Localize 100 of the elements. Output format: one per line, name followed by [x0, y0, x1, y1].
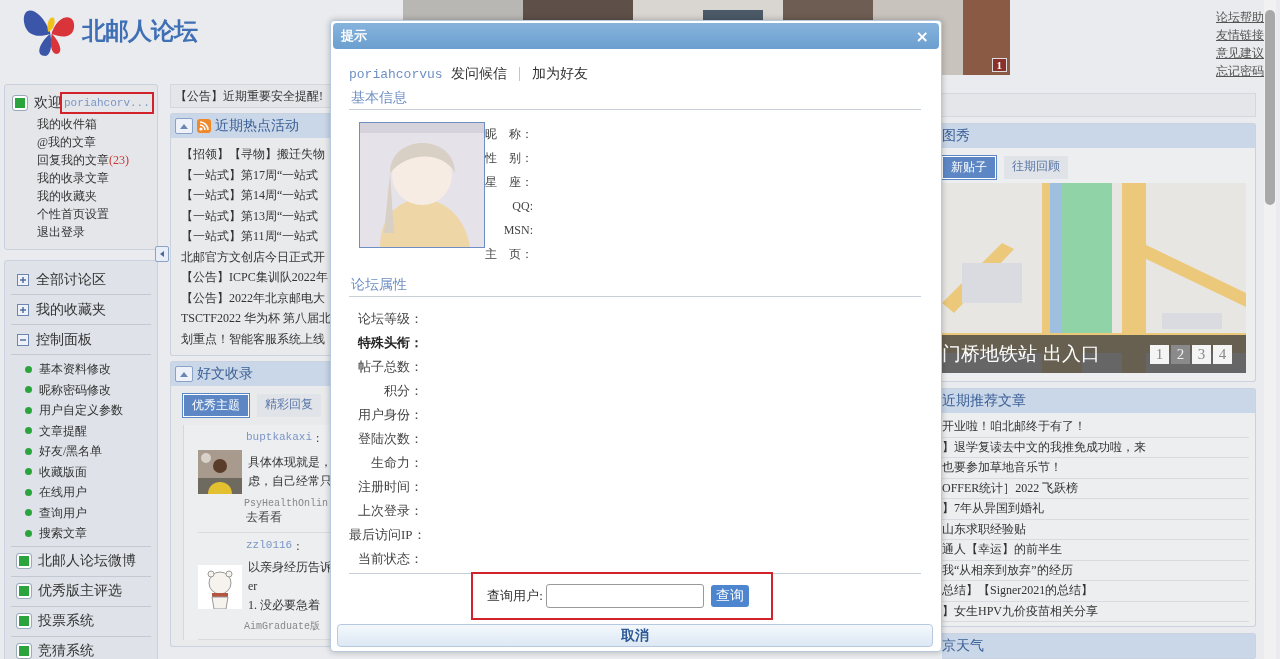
panel-header: 图秀 — [942, 124, 1255, 148]
nav-link[interactable]: 好友/黑名单 — [25, 441, 151, 462]
header-link[interactable]: 论坛帮助 — [1216, 8, 1264, 26]
article-link[interactable]: 【公告】2022年北京邮电大 — [181, 287, 330, 308]
article-link[interactable]: 山东求职经验贴 — [942, 519, 1249, 540]
nav-section[interactable]: 北邮人论坛微博 — [11, 546, 151, 577]
header-link[interactable]: 友情链接 — [1216, 26, 1264, 44]
field-label: 特殊头衔： — [357, 334, 423, 352]
scrollbar[interactable] — [1264, 0, 1276, 659]
nav-link[interactable]: 收藏版面 — [25, 461, 151, 482]
nav-link[interactable]: 基本资料修改 — [25, 359, 151, 380]
article-link[interactable]: 【一站式】第11周“一站式 — [181, 226, 330, 247]
field-label: 登陆次数： — [357, 430, 423, 448]
tab[interactable]: 精彩回复 — [257, 394, 321, 417]
field-label: 昵 称： — [485, 126, 533, 143]
article-link[interactable]: 【一站式】第13周“一站式 — [181, 205, 330, 226]
article-link[interactable]: 】女生HPV九价疫苗相关分享 — [942, 601, 1249, 622]
article-link[interactable]: 【公告】ICPC集训队2022年 — [181, 267, 330, 288]
article-link[interactable]: 总结】【Signer2021的总结】 — [942, 581, 1249, 602]
nav-link[interactable]: 用户自定义参数 — [25, 400, 151, 421]
article-link[interactable]: 【招领】【寻物】搬迁失物 — [181, 144, 330, 165]
nav-section[interactable]: 我的收藏夹 — [11, 295, 151, 325]
article-link[interactable]: TSCTF2022 华为杯 第八届北 — [181, 308, 330, 329]
field-label: 性 别： — [485, 150, 533, 167]
scrollbar-thumb[interactable] — [1265, 10, 1275, 205]
user-menu-link[interactable]: 我的收录文章 — [11, 169, 157, 187]
tab[interactable]: 优秀主题 — [183, 394, 249, 417]
nav-section[interactable]: 优秀版主评选 — [11, 576, 151, 607]
field-label: 注册时间： — [357, 478, 423, 496]
article-link[interactable]: 划重点！智能客服系统上线 — [181, 328, 330, 349]
cancel-button[interactable]: 取消 — [337, 624, 933, 647]
rss-icon — [197, 119, 211, 133]
user-search-field[interactable] — [545, 584, 704, 608]
article-link[interactable]: 也要参加草地音乐节！ — [942, 458, 1249, 479]
field-label: MSN: — [503, 222, 533, 239]
article-link[interactable]: 】退学复读去中文的我推免成功啦，来 — [942, 437, 1249, 458]
article-link[interactable]: 【一站式】第17周“一站式 — [181, 164, 330, 185]
panel-header: 近期热点活动 — [171, 114, 330, 138]
article-link[interactable]: 我“从相亲到放弃”的经历 — [942, 560, 1249, 581]
expand-icon — [17, 273, 29, 286]
article-link[interactable]: 【一站式】第14周“一站式 — [181, 185, 330, 206]
field-label: 用户身份： — [357, 406, 423, 424]
field-label: 当前状态： — [357, 550, 423, 568]
collapse-icon[interactable] — [175, 366, 193, 382]
nav-section[interactable]: 竞猜系统 — [11, 636, 151, 659]
user-menu-link[interactable]: 回复我的文章(23) — [11, 151, 157, 169]
user-menu-link[interactable]: 我的收藏夹 — [11, 187, 157, 205]
tab[interactable]: 新贴子 — [942, 156, 996, 179]
dialog-title: 提示 — [341, 27, 367, 45]
article-link[interactable]: 开业啦！咱北邮终于有了！ — [942, 417, 1249, 438]
nav-link[interactable]: 在线用户 — [25, 482, 151, 503]
header-link[interactable]: 意见建议 — [1216, 44, 1264, 62]
nav-section[interactable]: 投票系统 — [11, 606, 151, 637]
forum-logo[interactable]: 北邮人论坛 — [20, 2, 220, 60]
nav-link[interactable]: 查询用户 — [25, 502, 151, 523]
user-menu-link[interactable]: 个性首页设置 — [11, 205, 157, 223]
nav-link[interactable]: 昵称密码修改 — [25, 379, 151, 400]
field-label: 主 页： — [485, 246, 533, 263]
post-excerpt: er — [248, 578, 259, 595]
field-label: 最后访问IP： — [349, 526, 423, 544]
bullet-icon — [17, 554, 31, 568]
article-link[interactable]: 北邮官方文创店今日正式开 — [181, 246, 330, 267]
nav-link[interactable]: 搜索文章 — [25, 523, 151, 544]
collapse-icon[interactable] — [175, 118, 193, 134]
user-action-link[interactable]: 加为好友 — [531, 65, 588, 83]
user-menu-link[interactable]: 退出登录 — [11, 223, 157, 241]
user-action-link[interactable]: 发问候信 — [450, 65, 507, 83]
header-link[interactable]: 忘记密码 — [1216, 62, 1264, 80]
separator-text: : — [316, 431, 320, 446]
panel-header: 好文收录 — [171, 362, 330, 386]
tab[interactable]: 往期回顾 — [1004, 156, 1068, 179]
nav-section[interactable]: 控制面板 — [11, 325, 151, 355]
panel-header: 京天气 — [942, 634, 1255, 658]
notice-bar[interactable]: 【公告】近期重要安全提醒! — [170, 84, 330, 108]
article-link[interactable]: 通人【幸运】的前半生 — [942, 540, 1249, 561]
welcome-text: 欢迎 — [34, 94, 62, 112]
section-title: 论坛属性 — [349, 272, 921, 297]
field-label: 上次登录： — [357, 502, 423, 520]
slide-caption: 门桥地铁站 出入口 — [942, 341, 1101, 366]
field-label: QQ: — [512, 198, 533, 215]
user-menu-link[interactable]: 我的收件箱 — [11, 115, 157, 133]
expand-icon — [17, 303, 29, 316]
nav-link[interactable]: 文章提醒 — [25, 420, 151, 441]
article-link[interactable]: 】7年从异国到婚礼 — [942, 499, 1249, 520]
separator-text: : — [296, 539, 300, 554]
section-title: 基本信息 — [349, 85, 921, 110]
collapse-icon — [17, 333, 29, 346]
bullet-icon — [17, 584, 31, 598]
nav-section[interactable]: 全部讨论区 — [11, 265, 151, 295]
search-button[interactable]: 查询 — [710, 585, 749, 607]
field-label: 积分： — [383, 382, 423, 400]
field-label: 查询用户: — [487, 587, 543, 605]
panel-header: 近期推荐文章 — [942, 389, 1255, 413]
article-link[interactable]: OFFER统计］2022 飞跃榜 — [942, 478, 1249, 499]
user-menu-link[interactable]: @我的文章 — [11, 133, 157, 151]
field-label: 星 座： — [485, 174, 533, 191]
bullet-icon — [17, 644, 31, 658]
collapse-sidebar-icon[interactable] — [155, 246, 169, 262]
bullet-icon — [17, 614, 31, 628]
post-link[interactable]: 去看看 — [198, 509, 330, 526]
